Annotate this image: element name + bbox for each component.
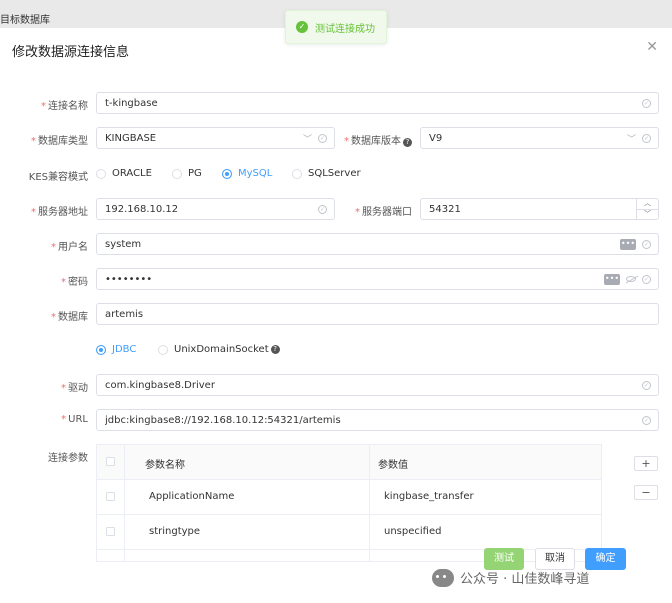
success-toast: ✓ 测试连接成功 bbox=[285, 10, 387, 44]
param-value-cell[interactable]: unspecified bbox=[384, 526, 441, 537]
wechat-icon bbox=[432, 568, 454, 587]
driver-field[interactable]: ✓ bbox=[96, 374, 659, 396]
watermark-text: 公众号 · 山佳数峰寻道 bbox=[460, 572, 590, 587]
check-icon: ✓ bbox=[642, 239, 651, 249]
column-divider bbox=[369, 445, 370, 561]
check-icon: ✓ bbox=[318, 204, 327, 214]
cancel-button[interactable]: 取消 bbox=[535, 548, 575, 570]
confirm-button[interactable]: 确定 bbox=[585, 548, 626, 570]
check-icon: ✓ bbox=[642, 274, 651, 284]
radio-mysql[interactable]: MySQL bbox=[222, 168, 272, 179]
close-icon[interactable]: ✕ bbox=[646, 39, 658, 55]
test-button[interactable]: 测试 bbox=[484, 548, 524, 570]
edit-datasource-dialog: 修改数据源连接信息 ✕ *连接名称 ✓ *数据库类型 ﹀ ✓ *数据库版本? ﹀… bbox=[0, 28, 672, 603]
url-field[interactable]: ✓ bbox=[96, 409, 659, 431]
stepper-up-icon[interactable]: ︿ bbox=[637, 199, 658, 210]
add-param-button[interactable]: + bbox=[634, 456, 658, 471]
server-port-field[interactable]: ︿ ﹀ bbox=[420, 198, 659, 220]
port-stepper[interactable]: ︿ ﹀ bbox=[636, 199, 658, 219]
url-input[interactable] bbox=[105, 414, 642, 426]
select-all-checkbox[interactable] bbox=[106, 457, 115, 466]
toast-message: 测试连接成功 bbox=[315, 23, 375, 35]
db-version-select[interactable]: ﹀ ✓ bbox=[420, 127, 659, 149]
conn-name-input[interactable] bbox=[105, 97, 642, 109]
check-icon: ✓ bbox=[642, 380, 651, 390]
url-label: * URL bbox=[61, 414, 88, 425]
server-addr-input[interactable] bbox=[105, 203, 318, 215]
check-icon: ✓ bbox=[642, 133, 651, 143]
database-input[interactable] bbox=[105, 308, 658, 320]
radio-oracle[interactable]: ORACLE bbox=[96, 168, 152, 179]
chevron-down-icon: ﹀ bbox=[626, 134, 636, 145]
password-input[interactable] bbox=[105, 273, 604, 285]
radio-sqlserver[interactable]: SQLServer bbox=[292, 168, 361, 179]
radio-jdbc[interactable]: JDBC bbox=[96, 344, 136, 355]
param-name-cell[interactable]: stringtype bbox=[149, 526, 200, 537]
driver-label: * 驱动 bbox=[61, 383, 88, 394]
dialog-title: 修改数据源连接信息 bbox=[12, 45, 130, 60]
remove-param-button[interactable]: − bbox=[634, 485, 658, 500]
password-field[interactable]: ••• ✓ bbox=[96, 268, 659, 290]
chevron-down-icon: ﹀ bbox=[302, 134, 312, 145]
username-field[interactable]: ••• ✓ bbox=[96, 233, 659, 255]
password-label: * 密码 bbox=[61, 277, 88, 288]
radio-unix-socket[interactable]: UnixDomainSocket? bbox=[158, 344, 280, 355]
db-version-value[interactable] bbox=[429, 132, 627, 144]
watermark: 公众号 · 山佳数峰寻道 bbox=[432, 568, 589, 587]
db-type-label: * 数据库类型 bbox=[31, 136, 88, 147]
check-icon: ✓ bbox=[642, 98, 651, 108]
server-addr-label: * 服务器地址 bbox=[31, 207, 88, 218]
params-table: 参数名称 参数值 ApplicationName kingbase_transf… bbox=[96, 444, 602, 562]
server-addr-field[interactable]: ✓ bbox=[96, 198, 335, 220]
db-type-value[interactable] bbox=[105, 132, 303, 144]
params-label: 连接参数 bbox=[48, 453, 88, 464]
help-icon[interactable]: ? bbox=[270, 345, 280, 354]
param-name-cell[interactable]: ApplicationName bbox=[149, 491, 234, 502]
check-circle-icon: ✓ bbox=[296, 21, 308, 33]
radio-pg[interactable]: PG bbox=[172, 168, 202, 179]
row-checkbox[interactable] bbox=[106, 492, 115, 501]
db-type-select[interactable]: ﹀ ✓ bbox=[96, 127, 335, 149]
more-dots-icon[interactable]: ••• bbox=[620, 238, 636, 250]
db-version-label: * 数据库版本? bbox=[344, 132, 412, 147]
conn-name-field[interactable]: ✓ bbox=[96, 92, 659, 114]
server-port-label: * 服务器端口 bbox=[355, 207, 412, 218]
help-icon[interactable]: ? bbox=[403, 138, 412, 147]
database-field[interactable] bbox=[96, 303, 659, 325]
kes-mode-label: KES兼容模式 bbox=[28, 172, 88, 183]
driver-input[interactable] bbox=[105, 379, 642, 391]
table-header-row: 参数名称 参数值 bbox=[97, 445, 601, 480]
column-divider bbox=[124, 445, 125, 561]
check-icon: ✓ bbox=[642, 415, 651, 425]
database-label: * 数据库 bbox=[51, 312, 88, 323]
param-value-cell[interactable]: kingbase_transfer bbox=[384, 491, 474, 502]
eye-off-icon[interactable] bbox=[626, 276, 636, 282]
check-icon: ✓ bbox=[318, 133, 327, 143]
header-param-value: 参数值 bbox=[378, 460, 408, 471]
topbar-text: 目标数据库 bbox=[0, 15, 50, 26]
more-dots-icon[interactable]: ••• bbox=[604, 273, 620, 285]
header-param-name: 参数名称 bbox=[145, 460, 185, 471]
row-checkbox[interactable] bbox=[106, 527, 115, 536]
conn-name-label: * 连接名称 bbox=[41, 101, 88, 112]
table-row[interactable]: stringtype unspecified bbox=[97, 515, 601, 550]
server-port-input[interactable] bbox=[429, 203, 636, 215]
username-input[interactable] bbox=[105, 238, 620, 250]
stepper-down-icon[interactable]: ﹀ bbox=[637, 210, 658, 220]
username-label: * 用户名 bbox=[51, 242, 88, 253]
table-row[interactable]: ApplicationName kingbase_transfer bbox=[97, 480, 601, 515]
